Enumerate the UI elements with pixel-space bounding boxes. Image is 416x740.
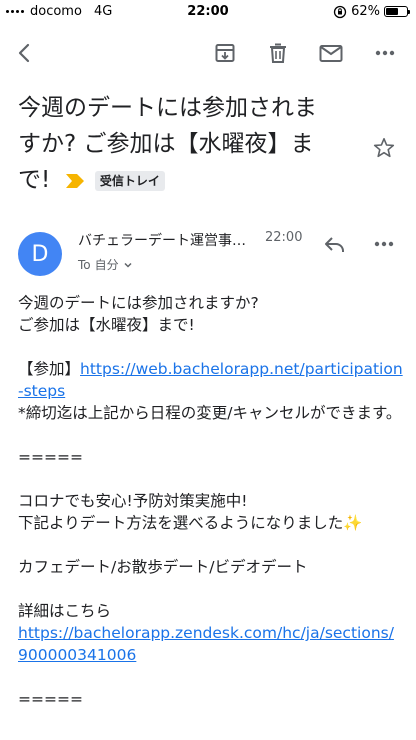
details-link-wrap: https://bachelorapp.zendesk.com/hc/ja/se… [18,622,403,666]
sparkle-icon: ✨ [343,514,363,532]
star-icon[interactable] [372,136,396,164]
subject-line-3: で! [18,167,51,193]
body-line-2: ご参加は【水曜夜】まで! [18,316,195,334]
status-bar: docomo 4G 22:00 62% [0,0,416,24]
sender-time: 22:00 [265,230,303,245]
status-right: 62% [333,4,410,19]
join-prefix: 【参加】 [18,360,81,378]
recipient-name: 自分 [94,258,119,272]
body-line-1: 今週のデートには参加されますか? [18,294,259,312]
more-horizontal-icon[interactable] [370,38,400,68]
importance-marker-icon[interactable] [65,173,84,188]
trash-icon[interactable] [263,38,293,68]
battery-fill [386,8,399,15]
sender-name[interactable]: バチェラーデート運営事務局 [78,230,258,250]
inbox-label[interactable]: 受信トレイ [94,170,165,191]
toolbar [0,30,416,76]
corona-line-2-wrap: 下記よりデート方法を選べるようになりました✨ [18,512,403,534]
archive-icon[interactable] [210,38,240,68]
join-paragraph: 【参加】https://web.bachelorapp.net/particip… [18,358,403,402]
mail-icon[interactable] [316,38,346,68]
divider-text-2: ===== [18,690,83,708]
orientation-lock-icon [333,5,347,18]
chevron-down-icon[interactable] [123,260,133,270]
details-link[interactable]: https://bachelorapp.zendesk.com/hc/ja/se… [18,624,394,664]
battery-percent: 62% [351,4,380,19]
corona-line-2: 下記よりデート方法を選べるようになりました [18,514,344,532]
date-types: カフェデート/お散歩デート/ビデオデート [18,558,308,576]
message-more-icon[interactable] [372,232,396,260]
battery-icon [384,6,410,17]
reply-icon[interactable] [322,232,348,260]
email-body: 今週のデートには参加されますか? ご参加は【水曜夜】まで! 【参加】https:… [18,292,403,710]
subject-line-1: 今週のデートには参加されま [18,95,317,121]
arrow-back-icon[interactable] [10,38,40,68]
details-label: 詳細はこちら [18,602,112,620]
email-subject: 今週のデートには参加されま すか? ご参加は【水曜夜】ま で! 受信トレイ [18,90,343,198]
subject-line-3-wrap: で! 受信トレイ [18,162,343,198]
deadline-note: *締切迄は上記から日程の変更/キャンセルができます。 [18,404,402,422]
avatar[interactable]: D [18,232,62,276]
corona-line-1: コロナでも安心!予防対策実施中! [18,492,248,510]
recipient-line[interactable]: To 自分 [78,256,133,273]
subject-line-2: すか? ご参加は【水曜夜】ま [18,131,314,157]
divider-text-1: ===== [18,448,83,466]
to-prefix: To [78,257,91,272]
